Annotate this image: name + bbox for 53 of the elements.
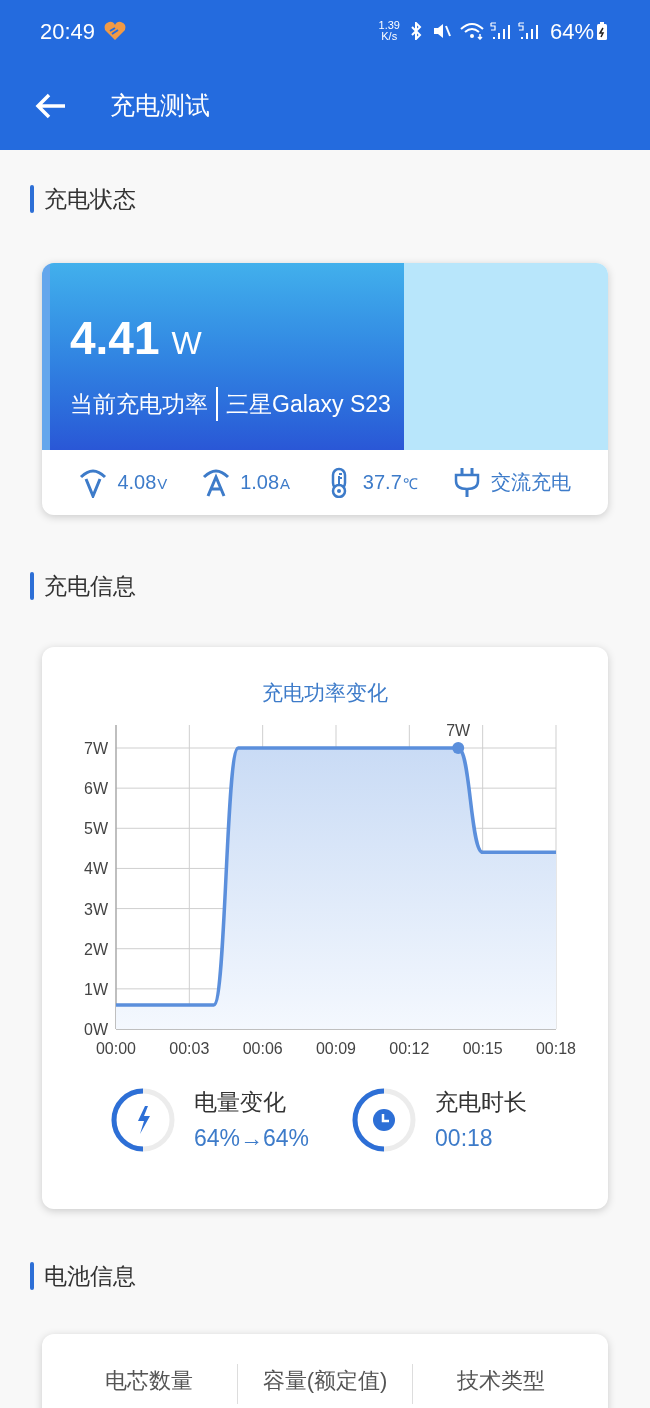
x-tick-label: 00:12 xyxy=(389,1039,430,1057)
y-tick-label: 1W xyxy=(84,980,108,998)
plug-icon xyxy=(452,466,481,498)
x-tick-label: 00:00 xyxy=(96,1039,136,1057)
y-tick-label: 0W xyxy=(84,1020,108,1038)
peak-label: 7W xyxy=(446,721,471,739)
y-tick-label: 7W xyxy=(84,739,108,757)
column-header: 容量(额定值) xyxy=(262,1366,388,1395)
stat-value: 1.08A xyxy=(240,470,291,495)
section-marker xyxy=(30,185,34,214)
x-tick-label: 00:03 xyxy=(169,1039,210,1057)
lightning-icon xyxy=(136,1106,150,1134)
stat-value: 37.7℃ xyxy=(362,470,418,495)
section-heading: 电池信息 xyxy=(44,1262,136,1291)
app-icon xyxy=(103,20,128,42)
x-tick-label: 00:06 xyxy=(242,1039,283,1057)
network-speed: 1.39 xyxy=(378,20,400,31)
battery-percent: 64% xyxy=(549,17,594,46)
section-heading: 充电状态 xyxy=(44,185,136,214)
section-heading: 充电信息 xyxy=(44,571,136,601)
y-tick-label: 2W xyxy=(84,940,108,958)
y-tick-label: 4W xyxy=(84,859,108,877)
y-tick-label: 5W xyxy=(84,819,108,837)
charging-mode: 交流充电 xyxy=(490,470,571,495)
chart-title: 充电功率变化 xyxy=(262,680,388,706)
network-speed-unit: K/s xyxy=(381,31,398,42)
stat-value: 4.08V xyxy=(117,470,168,495)
summary-label: 电量变化 xyxy=(194,1087,287,1117)
x-tick-label: 00:09 xyxy=(316,1039,356,1057)
column-header: 技术类型 xyxy=(456,1366,545,1395)
peak-marker xyxy=(452,741,465,754)
section-marker xyxy=(30,1262,34,1291)
clock-icon xyxy=(372,1108,397,1132)
summary-value: 00:18 xyxy=(435,1124,494,1153)
summary-value: 64%→64% xyxy=(194,1124,310,1153)
section-marker xyxy=(30,571,34,600)
device-name: 三星Galaxy S23 xyxy=(226,389,391,419)
battery-icon xyxy=(596,21,608,41)
power-reading: 4.41 W xyxy=(70,314,203,361)
mute-icon xyxy=(431,22,452,40)
y-tick-label: 3W xyxy=(84,900,108,918)
voltage-icon xyxy=(79,466,108,498)
current-icon xyxy=(202,466,231,498)
x-tick-label: 00:15 xyxy=(462,1039,503,1057)
x-tick-label: 00:18 xyxy=(536,1039,576,1057)
status-time: 20:49 xyxy=(40,17,96,46)
y-tick-label: 6W xyxy=(84,779,108,797)
summary-label: 充电时长 xyxy=(435,1087,528,1117)
power-label: 当前充电功率 xyxy=(70,389,208,419)
wifi-icon xyxy=(459,22,486,40)
back-arrow-icon xyxy=(35,92,67,120)
screen-title: 充电测试 xyxy=(110,90,210,122)
column-header: 电芯数量 xyxy=(105,1366,194,1395)
